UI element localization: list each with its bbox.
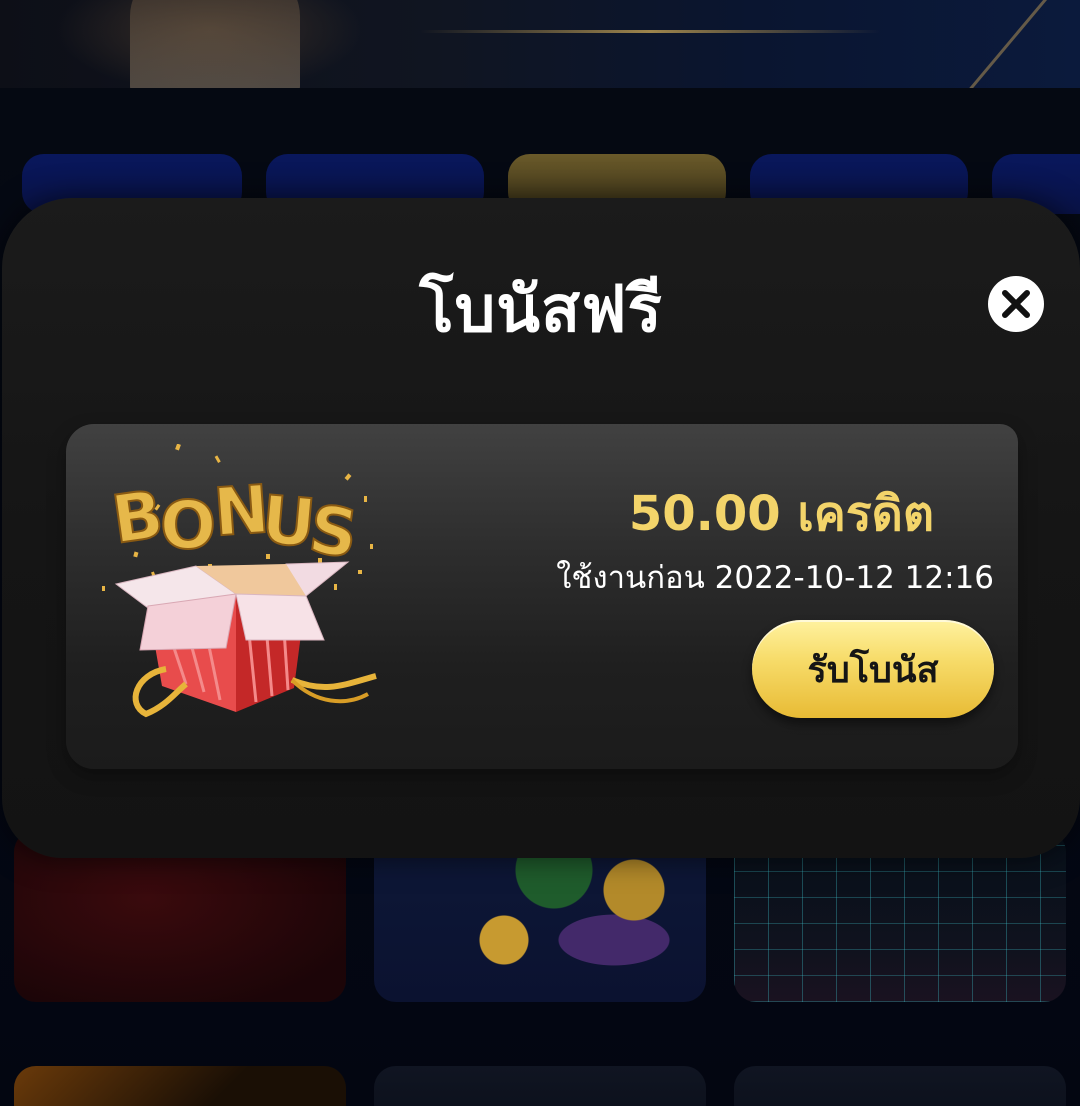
bonus-gift-box-image: B O N U S (102, 444, 377, 718)
close-icon (1002, 290, 1030, 318)
banner-diagonal-line (965, 0, 1058, 88)
banner-light-streak (420, 30, 880, 33)
background-game-tile (374, 1066, 706, 1106)
svg-text:O: O (160, 487, 216, 564)
claim-bonus-button[interactable]: รับโบนัส (752, 620, 994, 718)
screen: โบนัสฟรี B O N U S 50.00 เครดิต ใช้งานก่… (0, 0, 1080, 1106)
modal-title: โบนัสฟรี (419, 273, 663, 347)
svg-text:S: S (304, 490, 362, 573)
bonus-card: B O N U S 50.00 เครดิต ใช้งานก่อน 2022-1… (66, 424, 1018, 769)
claim-bonus-label: รับโบนัส (807, 649, 939, 691)
background-banner (0, 0, 1080, 88)
bonus-amount: 50.00 เครดิต (628, 486, 934, 542)
free-bonus-modal: โบนัสฟรี B O N U S 50.00 เครดิต ใช้งานก่… (2, 198, 1080, 858)
bonus-expiry-date: ใช้งานก่อน 2022-10-12 12:16 (556, 560, 994, 596)
background-game-tile (14, 1066, 346, 1106)
banner-figure-image (130, 0, 300, 88)
close-button[interactable] (988, 276, 1044, 332)
background-game-tile (734, 1066, 1066, 1106)
svg-text:B: B (107, 476, 168, 559)
